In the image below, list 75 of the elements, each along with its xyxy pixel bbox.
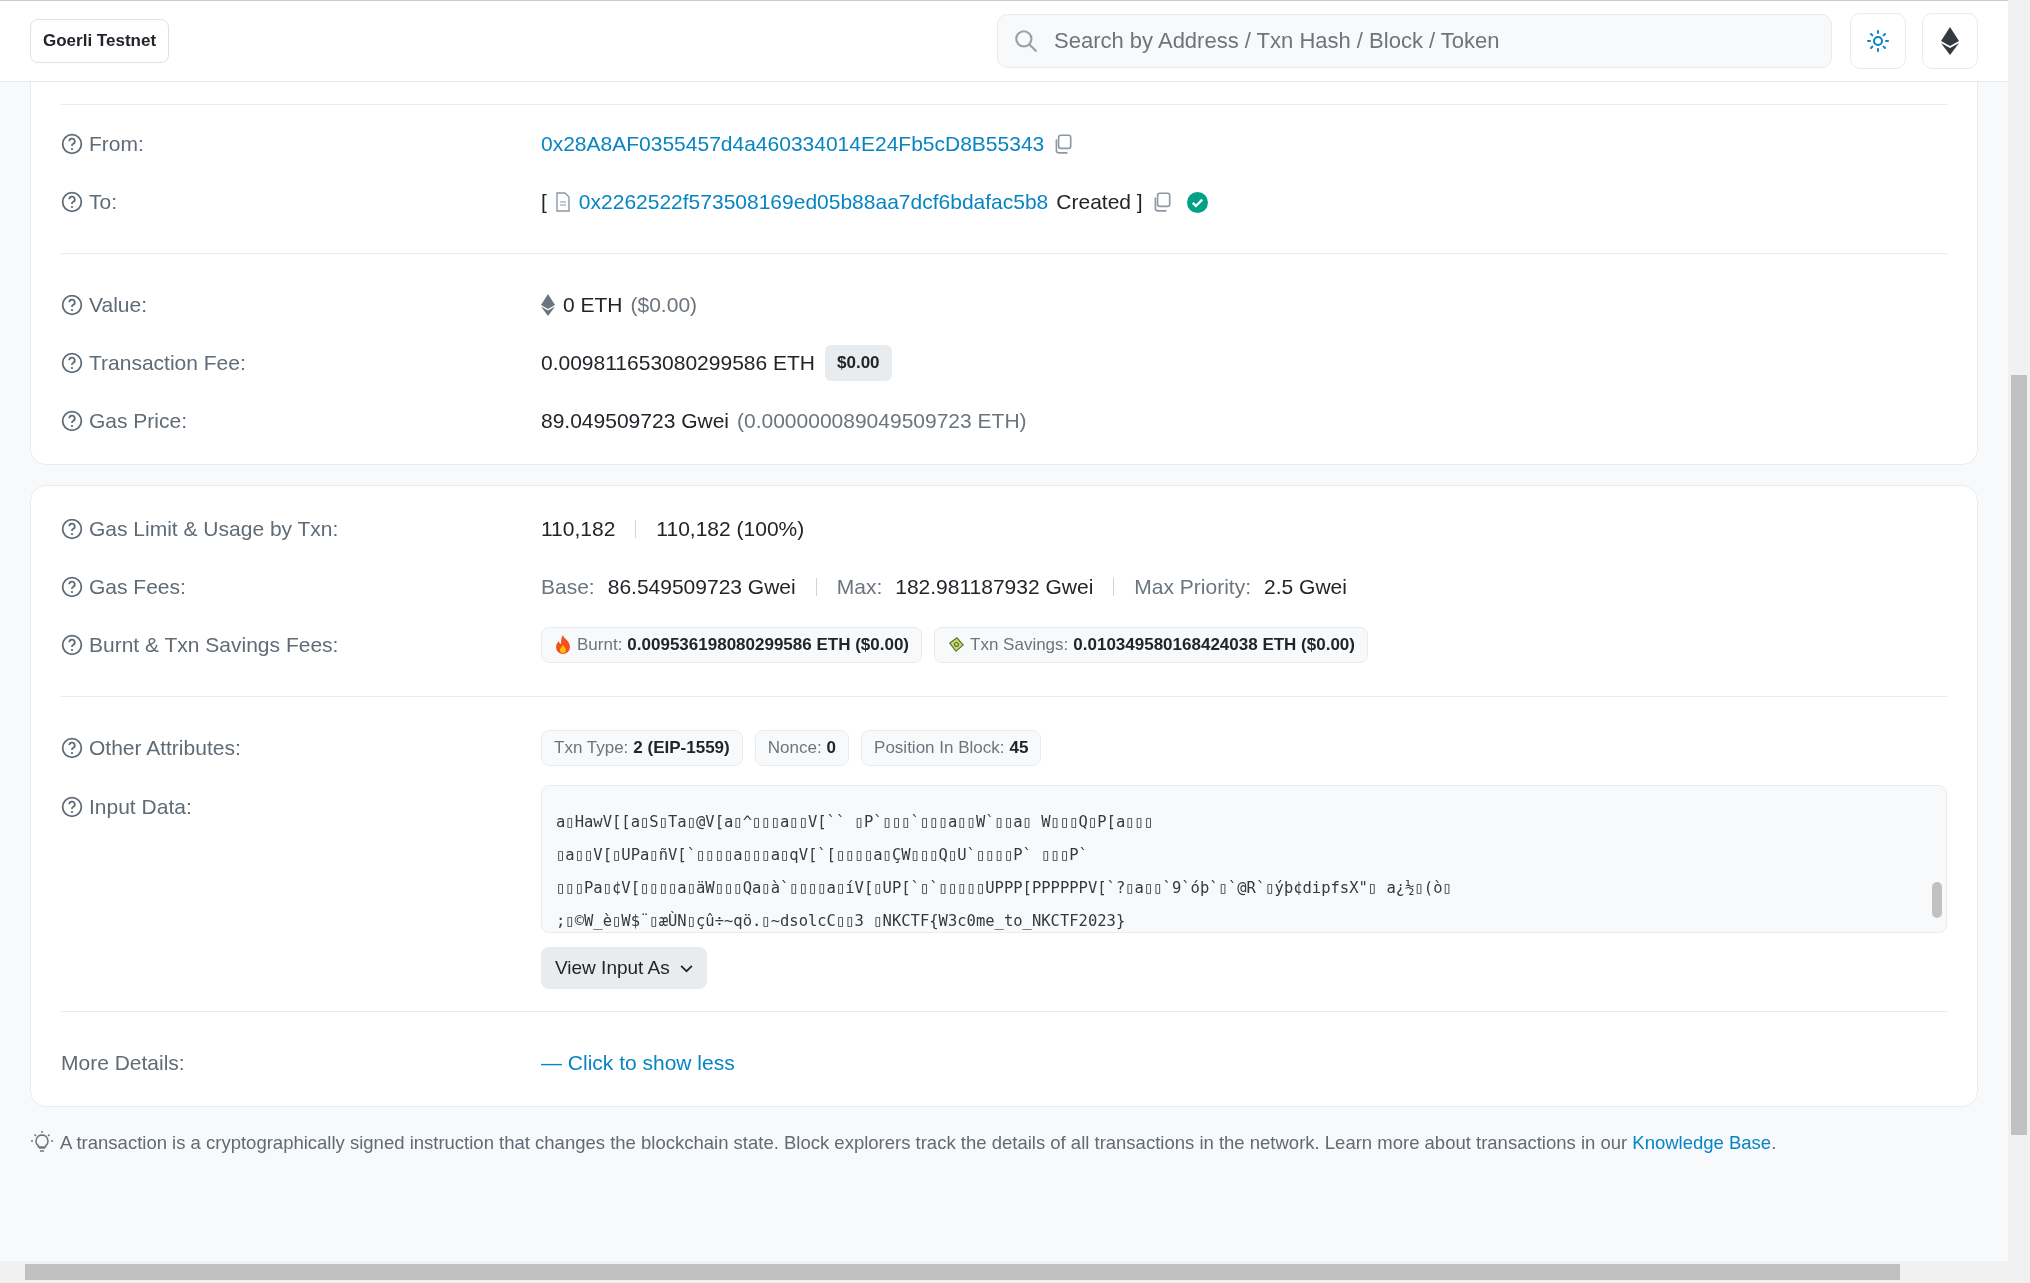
input-data-line: ;▯©W_è▯W$¨▯æÙN▯çû÷~qö.▯~dsolcC▯▯3 ▯NKCTF{W3c0me_to_NKCTF2023} bbox=[556, 910, 1127, 932]
input-data-line: ▯▯▯Pa▯¢V[▯▯▯▯a▯äW▯▯▯Qa▯à`▯▯▯▯a▯íV[▯UP[`▯`▯▯▯▯▯UPPP[PPPPPPV[`?▯a▯▯`9`óþ`▯`@R`▯ýþ¢dipfsX"▯ a¿½▯(ò▯ bbox=[556, 878, 1453, 899]
help-icon bbox=[61, 518, 83, 540]
help-icon bbox=[61, 352, 83, 374]
chip-label: Txn Savings: bbox=[970, 635, 1069, 655]
horizontal-scrollbar[interactable] bbox=[0, 1261, 2030, 1283]
search-field[interactable]: Search by Address / Txn Hash / Block / Token bbox=[997, 14, 1832, 68]
chip-label: Txn Type: bbox=[554, 738, 629, 758]
knowledge-base-link[interactable]: Knowledge Base bbox=[1632, 1132, 1772, 1153]
field-label: Burnt & Txn Savings Fees: bbox=[89, 633, 339, 657]
fire-icon bbox=[554, 635, 572, 655]
help-icon bbox=[61, 410, 83, 432]
field-label: Other Attributes: bbox=[89, 736, 241, 760]
document-icon bbox=[554, 192, 571, 212]
scrollbar-thumb[interactable] bbox=[2011, 375, 2027, 1135]
field-label: From: bbox=[89, 132, 144, 156]
field-label: Input Data: bbox=[89, 795, 192, 819]
theme-toggle-button[interactable] bbox=[1850, 13, 1906, 69]
money-icon bbox=[947, 635, 966, 655]
fee-name: Max Priority: bbox=[1134, 575, 1251, 599]
gas-usage-value: 110,182 (100%) bbox=[656, 517, 805, 541]
scrollbar-thumb[interactable] bbox=[1932, 882, 1942, 918]
chip-label: Nonce: bbox=[767, 738, 822, 758]
field-label: Value: bbox=[89, 293, 147, 317]
help-icon bbox=[61, 634, 83, 656]
view-input-as-button[interactable]: View Input As bbox=[541, 947, 707, 989]
help-icon bbox=[61, 796, 83, 818]
gas-limit-value: 110,182 bbox=[541, 517, 616, 541]
fee-name: Max: bbox=[836, 575, 883, 599]
sun-icon bbox=[1866, 29, 1890, 53]
gas-price-eth: (0.000000089049509723 ETH) bbox=[737, 409, 1027, 433]
chip-value: 45 bbox=[1009, 738, 1029, 758]
scrollbar-thumb[interactable] bbox=[25, 1264, 1900, 1280]
fee-amount: 2.5 Gwei bbox=[1264, 575, 1347, 599]
address-link[interactable]: 0x28A8AF0355457d4a460334014E24Fb5cD8B55343 bbox=[541, 132, 1045, 156]
input-data-line: ▯a▯▯V[▯UPa▯ñV[`▯▯▯▯a▯▯▯a▯qV[`[▯▯▯▯a▯ÇW▯▯▯Q▯U`▯▯▯▯P` ▯▯▯P` bbox=[556, 845, 1089, 866]
contract-address-link[interactable]: 0x2262522f573508169ed05b88aa7dcf6bdafac5b8 bbox=[578, 190, 1049, 214]
fee-amount: 182.981187932 Gwei bbox=[895, 575, 1094, 599]
chip-value: 0.009536198080299586 ETH ($0.00) bbox=[627, 635, 910, 655]
caret-icon bbox=[679, 963, 693, 973]
created-text: Created ] bbox=[1056, 190, 1143, 214]
input-data-line: a▯HawV[[a▯S▯Ta▯@V[a▯^▯▯▯a▯▯V[`` ▯P`▯▯▯`▯▯▯a▯▯W`▯▯a▯ W▯▯▯Q▯P[a▯▯▯ bbox=[556, 812, 1155, 833]
info-text: A transaction is a cryptographically signed instruction that changes the blockchain state. Block explorers track the details of all transactions in the network. Learn more about transactions in our Knowledge Base. bbox=[60, 1132, 1777, 1154]
fee-amount: 86.549509723 Gwei bbox=[607, 575, 796, 599]
help-icon bbox=[61, 133, 83, 155]
field-label: Gas Fees: bbox=[89, 575, 186, 599]
help-icon bbox=[61, 191, 83, 213]
ethereum-icon bbox=[1941, 27, 1959, 55]
field-label: Gas Limit & Usage by Txn: bbox=[89, 517, 339, 541]
fee-value: 0.009811653080299586 ETH bbox=[541, 351, 815, 375]
usd-badge: $0.00 bbox=[825, 345, 892, 381]
value-text: 0 ETH bbox=[563, 293, 623, 317]
field-label: Transaction Fee: bbox=[89, 351, 246, 375]
chip-value: 0 bbox=[826, 738, 837, 758]
field-label: To: bbox=[89, 190, 117, 214]
bracket: [ bbox=[541, 190, 547, 214]
chip-label: Position In Block: bbox=[874, 738, 1005, 758]
show-less-link[interactable]: — Click to show less bbox=[541, 1051, 735, 1075]
field-label: More Details: bbox=[61, 1051, 185, 1075]
ethereum-icon bbox=[541, 294, 555, 316]
usd-value: ($0.00) bbox=[630, 293, 698, 317]
chip-value: 2 (EIP-1559) bbox=[633, 738, 730, 758]
input-data-field[interactable] bbox=[541, 785, 1947, 933]
lightbulb-icon bbox=[30, 1131, 54, 1155]
help-icon bbox=[61, 294, 83, 316]
network-switch-button[interactable] bbox=[1922, 13, 1978, 69]
chip-value: 0.010349580168424038 ETH ($0.00) bbox=[1073, 635, 1355, 655]
field-label: Gas Price: bbox=[89, 409, 188, 433]
help-icon bbox=[61, 576, 83, 598]
vertical-scrollbar[interactable] bbox=[2008, 0, 2030, 1261]
chip-label: Burnt: bbox=[577, 635, 623, 655]
help-icon bbox=[61, 737, 83, 759]
network-badge[interactable]: Goerli Testnet bbox=[30, 19, 170, 63]
fee-name: Base: bbox=[541, 575, 595, 599]
gas-price-value: 89.049509723 Gwei bbox=[541, 409, 729, 433]
